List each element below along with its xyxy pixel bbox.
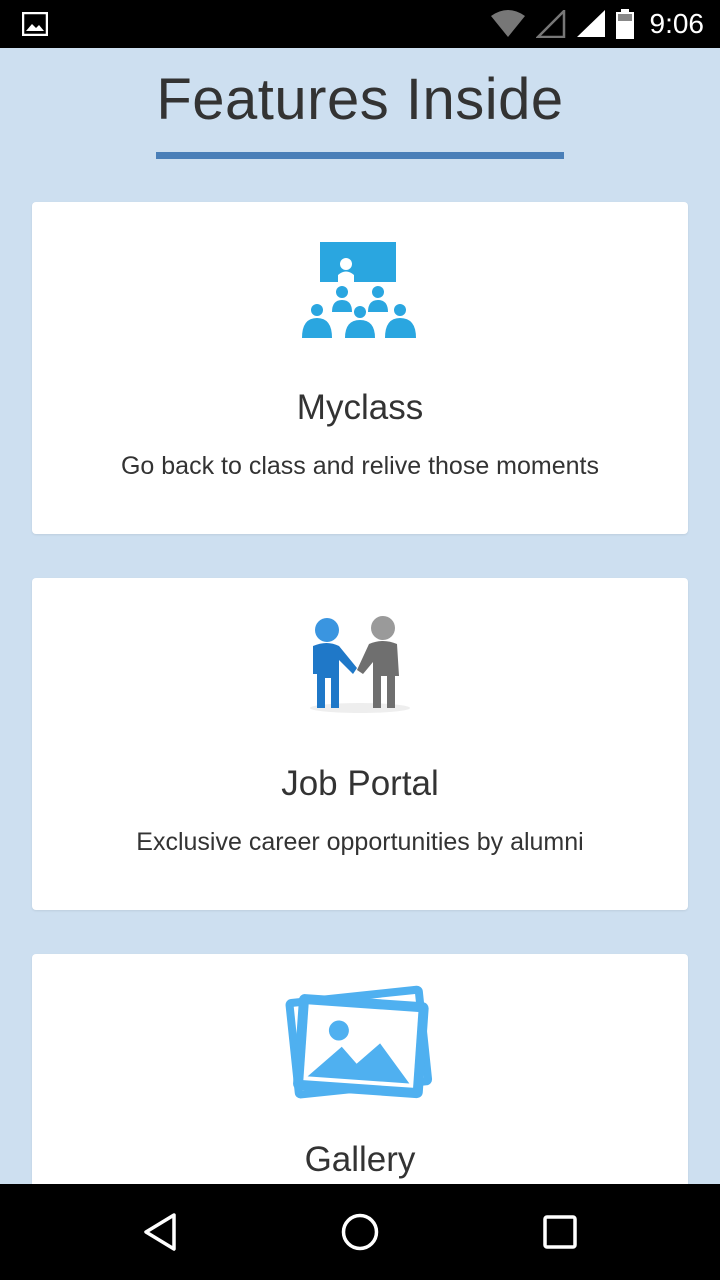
page-title: Features Inside (156, 67, 564, 132)
classroom-icon (32, 242, 688, 342)
feature-card-job-portal[interactable]: Job Portal Exclusive career opportunitie… (32, 578, 688, 910)
feature-description: Go back to class and relive those moment… (120, 452, 599, 480)
feature-card-gallery[interactable]: Gallery (32, 954, 688, 1184)
back-icon[interactable] (140, 1212, 180, 1252)
navigation-bar (0, 1184, 720, 1280)
signal-icon (535, 10, 566, 38)
feature-card-myclass[interactable]: Myclass Go back to class and relive thos… (32, 202, 688, 534)
feature-title: Myclass (296, 388, 424, 427)
features-screen: Features Inside Myclass Go back to class… (0, 48, 720, 1184)
signal-icon (576, 10, 606, 38)
home-icon[interactable] (340, 1212, 380, 1252)
feature-description: Exclusive career opportunities by alumni (136, 828, 584, 856)
image-notification-icon (21, 11, 49, 37)
gallery-icon (32, 982, 688, 1106)
status-time: 9:06 (649, 8, 705, 39)
feature-title: Gallery (304, 1140, 416, 1179)
title-underline (156, 152, 564, 159)
feature-title: Job Portal (281, 764, 439, 803)
handshake-icon (32, 614, 688, 714)
battery-icon (615, 9, 634, 39)
recents-icon[interactable] (540, 1212, 580, 1252)
wifi-icon (490, 10, 526, 38)
status-bar: 9:06 (0, 0, 720, 48)
